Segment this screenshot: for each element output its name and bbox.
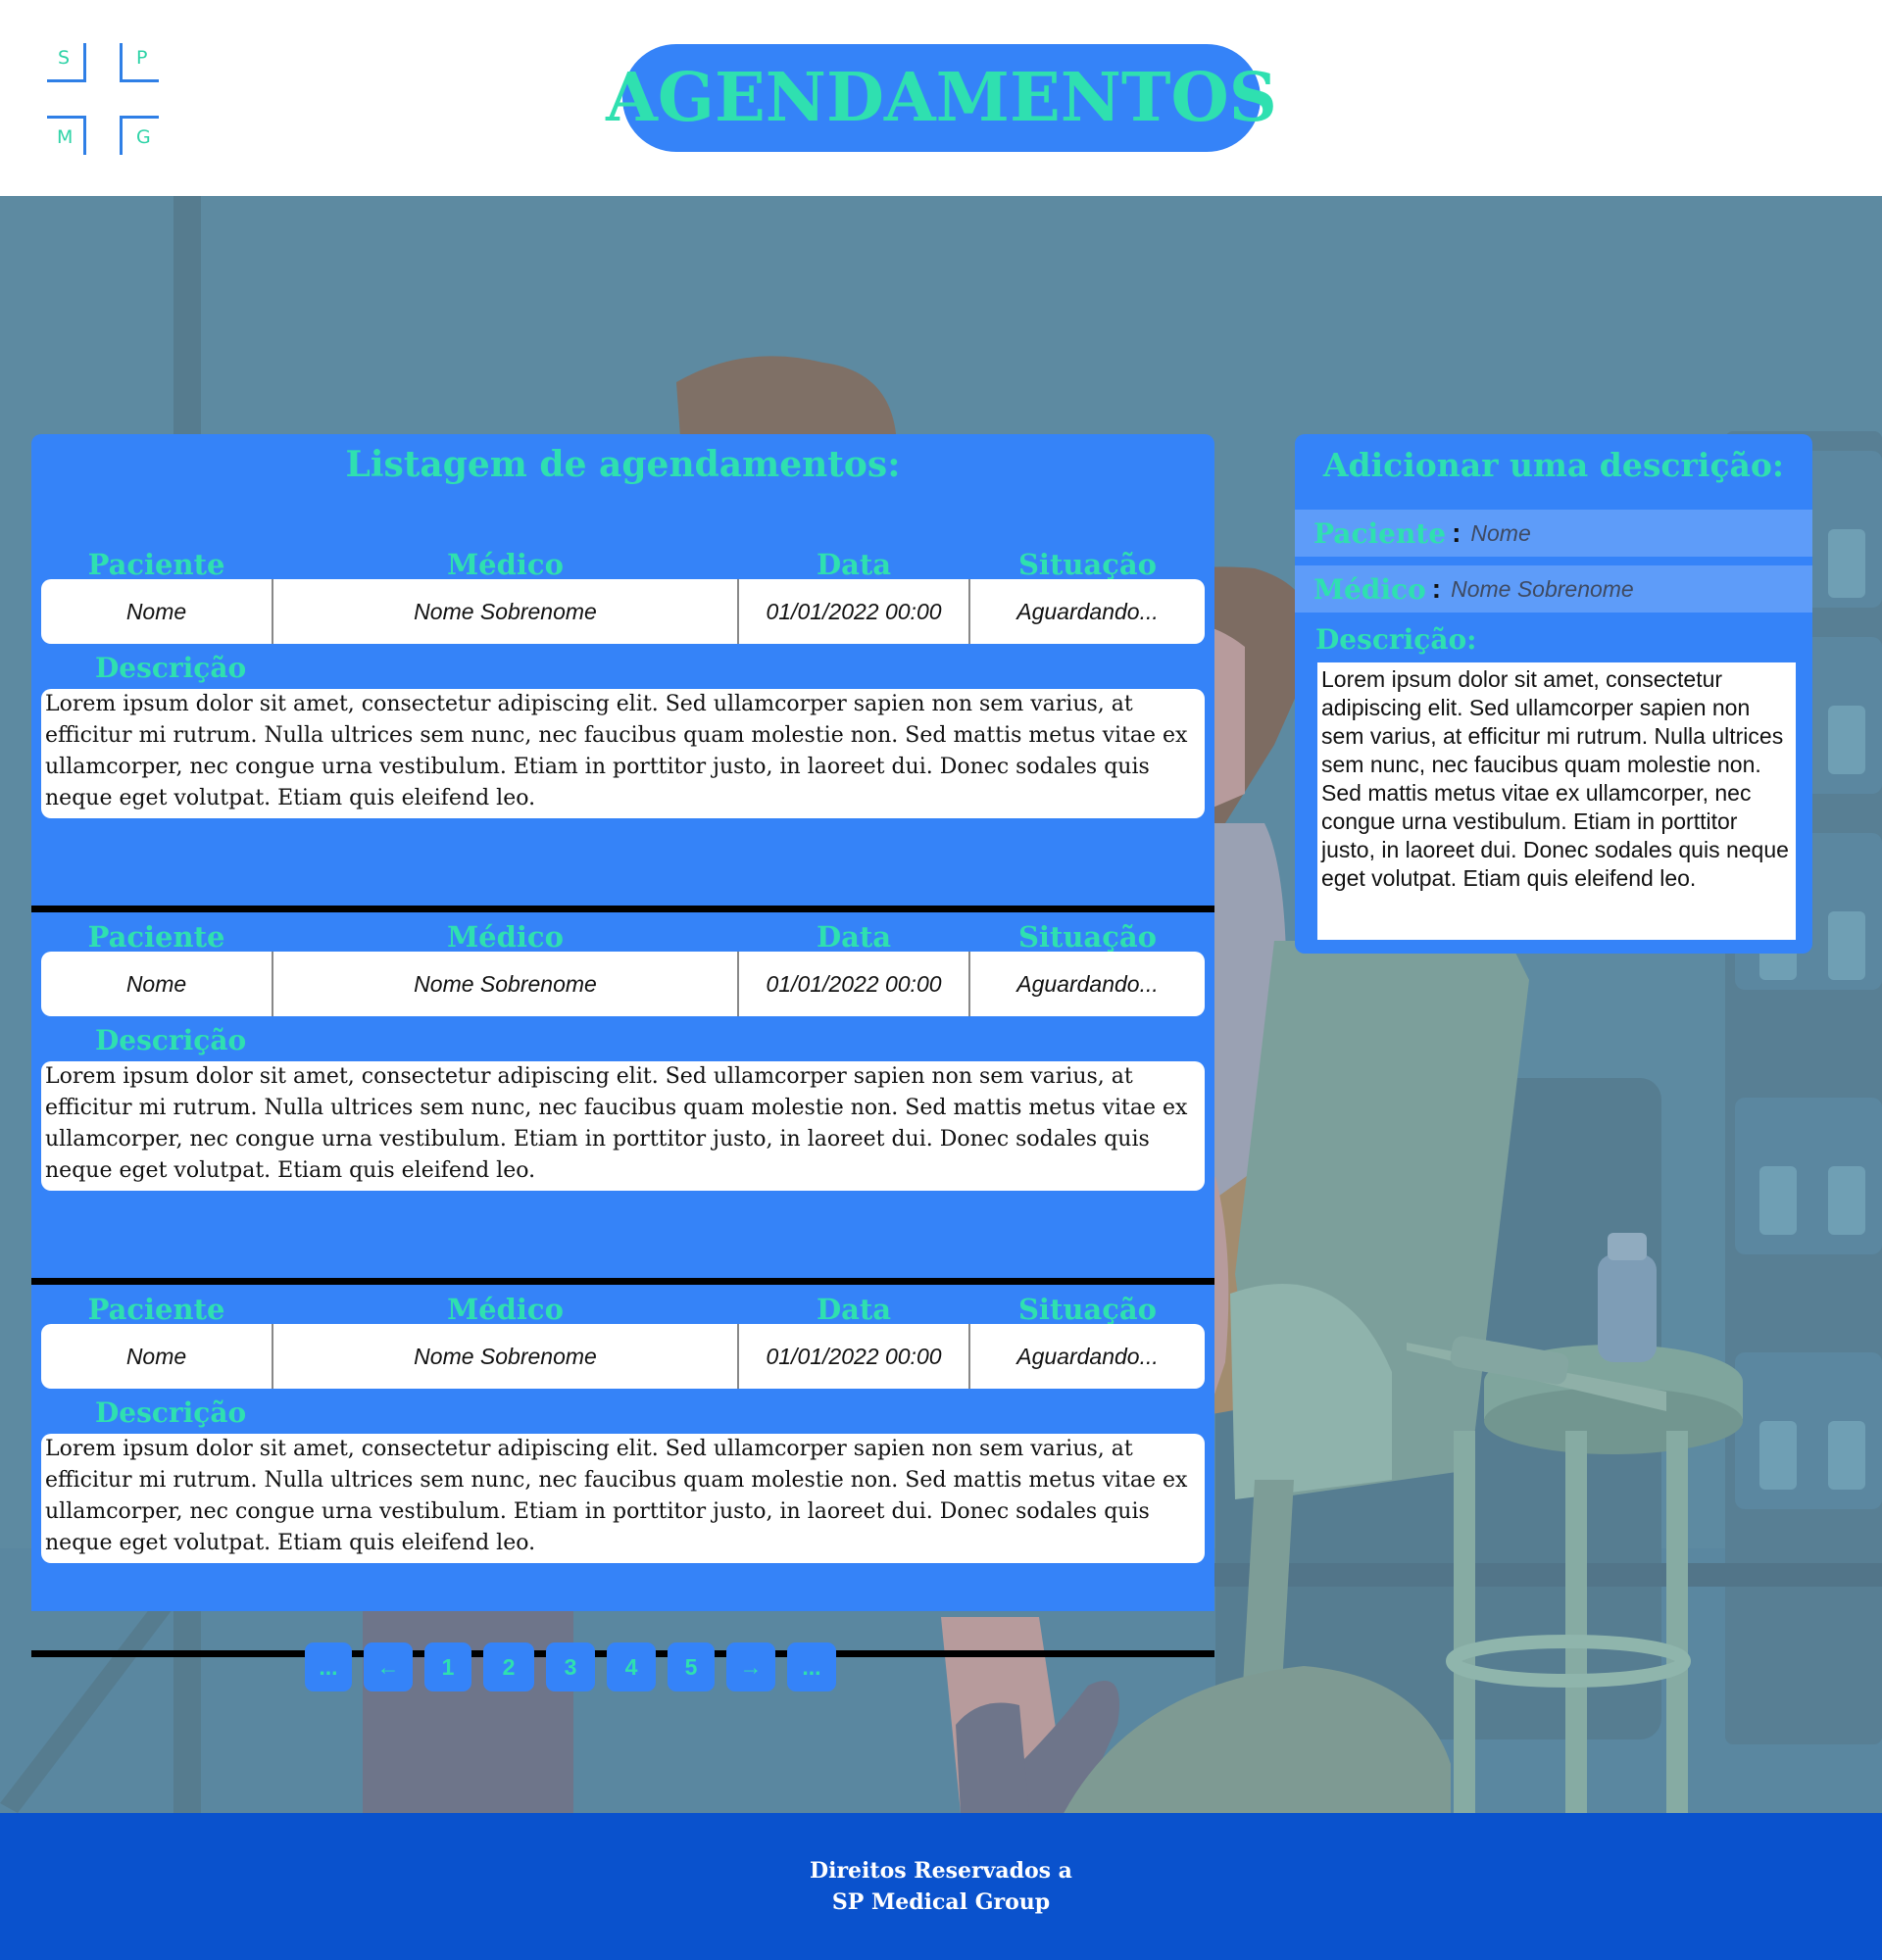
medico-input[interactable]: Nome Sobrenome — [1451, 576, 1634, 603]
cell-medico: Nome Sobrenome — [273, 952, 739, 1016]
column-header-paciente: Paciente — [87, 1293, 225, 1326]
pagination-ellipsis-end[interactable]: ... — [787, 1642, 836, 1691]
table-row[interactable]: Nome Nome Sobrenome 01/01/2022 00:00 Agu… — [41, 1324, 1205, 1389]
pagination-page-4[interactable]: 4 — [607, 1642, 656, 1691]
logo-quadrant-p: P — [120, 43, 159, 82]
logo-quadrant-s: S — [47, 43, 86, 82]
paciente-label: Paciente — [1313, 516, 1447, 550]
description-text: Lorem ipsum dolor sit amet, consectetur … — [41, 1061, 1205, 1191]
cell-situacao: Aguardando... — [1016, 1343, 1159, 1369]
pagination-page-2[interactable]: 2 — [483, 1642, 534, 1691]
pagination-page-3[interactable]: 3 — [546, 1642, 595, 1691]
side-description-label: Descrição: — [1315, 623, 1477, 656]
page-title-pill: AGENDAMENTOS — [606, 44, 1277, 152]
pagination-page-1[interactable]: 1 — [424, 1642, 471, 1691]
description-label: Descrição — [95, 652, 247, 684]
footer-rights-text: Direitos Reservados a — [810, 1858, 1072, 1884]
column-header-medico: Médico — [447, 1293, 564, 1326]
cell-data: 01/01/2022 00:00 — [739, 952, 970, 1016]
logo-letter-p: P — [136, 47, 148, 69]
logo-letter-m: M — [57, 126, 74, 148]
site-footer: Direitos Reservados a SP Medical Group — [0, 1813, 1882, 1960]
list-title: Listagem de agendamentos: — [345, 444, 901, 485]
column-headers: Paciente Médico Data Situação — [41, 540, 1205, 581]
site-header: S P M G AGENDAMENTOS — [0, 0, 1882, 196]
description-textarea[interactable]: Lorem ipsum dolor sit amet, consectetur … — [1317, 662, 1796, 940]
column-header-paciente: Paciente — [87, 920, 225, 954]
paciente-field-row: Paciente : Nome — [1295, 510, 1812, 557]
sp-medical-group-logo[interactable]: S P M G — [47, 43, 159, 155]
add-description-panel: Adicionar uma descrição: Paciente : Nome… — [1295, 434, 1812, 954]
column-header-data: Data — [816, 920, 892, 954]
pagination-next-arrow-icon[interactable]: → — [726, 1642, 775, 1691]
cell-data: 01/01/2022 00:00 — [739, 579, 970, 644]
entry-divider — [31, 1278, 1214, 1285]
pagination-ellipsis-start[interactable]: ... — [305, 1642, 352, 1691]
description-text: Lorem ipsum dolor sit amet, consectetur … — [41, 1434, 1205, 1563]
cell-medico: Nome Sobrenome — [273, 1324, 739, 1389]
column-header-data: Data — [816, 548, 892, 581]
column-headers: Paciente Médico Data Situação — [41, 1285, 1205, 1326]
cell-paciente: Nome — [41, 952, 273, 1016]
description-text: Lorem ipsum dolor sit amet, consectetur … — [41, 689, 1205, 818]
cell-medico: Nome Sobrenome — [273, 579, 739, 644]
logo-letter-s: S — [58, 47, 71, 69]
appointment-entry: Paciente Médico Data Situação Nome Nome … — [31, 1285, 1214, 1657]
column-header-situacao: Situação — [1017, 548, 1158, 581]
appointments-list-panel: Listagem de agendamentos: Paciente Médic… — [31, 434, 1214, 1657]
table-row[interactable]: Nome Nome Sobrenome 01/01/2022 00:00 Agu… — [41, 579, 1205, 644]
description-label: Descrição — [95, 1396, 247, 1429]
appointment-entry: Paciente Médico Data Situação Nome Nome … — [31, 912, 1214, 1285]
column-headers: Paciente Médico Data Situação — [41, 912, 1205, 954]
cell-paciente: Nome — [41, 1324, 273, 1389]
medico-colon: : — [1431, 573, 1442, 604]
column-header-situacao: Situação — [1017, 1293, 1158, 1326]
medico-field-row: Médico : Nome Sobrenome — [1295, 565, 1812, 612]
appointment-entry: Paciente Médico Data Situação Nome Nome … — [31, 540, 1214, 912]
column-header-situacao: Situação — [1017, 920, 1158, 954]
logo-quadrant-g: G — [120, 116, 159, 155]
pagination-prev-arrow-icon[interactable]: ← — [364, 1642, 413, 1691]
entry-divider — [31, 906, 1214, 912]
column-header-paciente: Paciente — [87, 548, 225, 581]
cell-paciente: Nome — [41, 579, 273, 644]
logo-quadrant-m: M — [47, 116, 86, 155]
paciente-colon: : — [1452, 517, 1461, 548]
column-header-medico: Médico — [447, 548, 564, 581]
cell-situacao: Aguardando... — [1016, 970, 1159, 997]
cell-data: 01/01/2022 00:00 — [739, 1324, 970, 1389]
medico-label: Médico — [1313, 572, 1426, 606]
description-label: Descrição — [95, 1024, 247, 1056]
table-row[interactable]: Nome Nome Sobrenome 01/01/2022 00:00 Agu… — [41, 952, 1205, 1016]
pagination-page-5[interactable]: 5 — [668, 1642, 715, 1691]
cell-situacao: Aguardando... — [1016, 598, 1159, 624]
paciente-input[interactable]: Nome — [1470, 520, 1530, 547]
page-title: AGENDAMENTOS — [606, 59, 1277, 137]
footer-company-name: SP Medical Group — [831, 1889, 1051, 1915]
pagination: ... ← 1 2 3 4 5 → ... — [305, 1642, 836, 1691]
side-panel-title: Adicionar uma descrição: — [1322, 446, 1785, 484]
column-header-data: Data — [816, 1293, 892, 1326]
logo-letter-g: G — [136, 126, 151, 148]
column-header-medico: Médico — [447, 920, 564, 954]
